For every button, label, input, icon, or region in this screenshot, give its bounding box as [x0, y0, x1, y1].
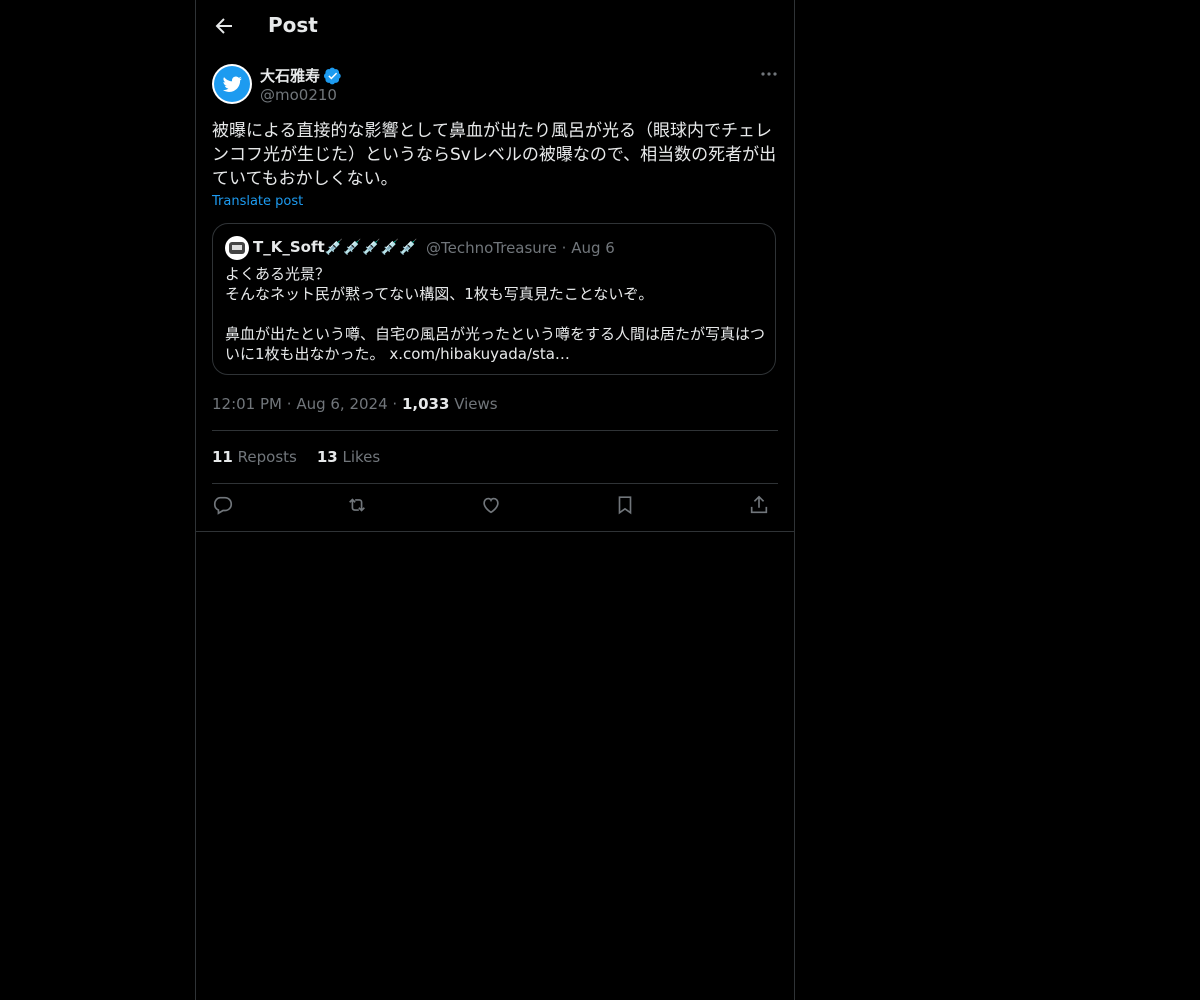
likes-stat[interactable]: 13 Likes: [317, 448, 380, 466]
views-label: Views: [454, 395, 498, 413]
quoted-meta: @TechnoTreasure · Aug 6: [426, 239, 615, 257]
quoted-post[interactable]: T_K_Soft💉💉💉💉💉 @TechnoTreasure · Aug 6 よく…: [212, 223, 776, 375]
quoted-separator: ·: [561, 239, 572, 257]
likes-count: 13: [316, 448, 338, 466]
post-timestamp: 12:01 PM · Aug 6, 2024 · 1,033 Views: [212, 395, 498, 413]
arrow-left-icon[interactable]: [212, 14, 236, 38]
quoted-link[interactable]: x.com/hibakuyada/sta…: [389, 345, 570, 363]
post-date[interactable]: Aug 6, 2024: [296, 395, 387, 413]
action-bar: [212, 494, 778, 520]
quoted-avatar: [225, 236, 249, 260]
twitter-bird-icon: [214, 66, 250, 102]
divider: [212, 483, 778, 484]
quoted-avatar-icon: [229, 242, 245, 254]
reposts-count: 11: [212, 448, 233, 466]
bookmark-icon[interactable]: [614, 494, 640, 520]
reposts-label: Reposts: [237, 448, 297, 466]
avatar[interactable]: [212, 64, 252, 104]
post-time[interactable]: 12:01 PM: [212, 395, 282, 413]
divider: [196, 531, 794, 532]
likes-label: Likes: [342, 448, 381, 466]
views-count: 1,033: [401, 395, 450, 413]
post-text: 被曝による直接的な影響として鼻血が出たり風呂が光る（眼球内でチェレンコフ光が生じ…: [212, 121, 777, 189]
post-column: Post 大石雅寿 @mo0210 被曝による直接的な影響として鼻血が出たり風呂…: [195, 0, 795, 1000]
page-title: Post: [268, 13, 318, 37]
timestamp-separator: ·: [286, 395, 297, 413]
quoted-author-name: T_K_Soft💉💉💉💉💉: [253, 238, 419, 256]
quoted-author-handle: @TechnoTreasure: [426, 239, 557, 257]
reply-icon[interactable]: [212, 494, 238, 520]
author-name[interactable]: 大石雅寿: [260, 65, 342, 86]
more-options-icon[interactable]: [759, 64, 779, 84]
repost-icon[interactable]: [346, 494, 372, 520]
page-header: Post: [196, 0, 794, 53]
translate-post-link[interactable]: Translate post: [212, 194, 303, 209]
author-name-text: 大石雅寿: [260, 67, 321, 85]
quoted-date: Aug 6: [571, 239, 615, 257]
author-handle[interactable]: @mo0210: [260, 86, 337, 104]
engagement-stats: 11 Reposts 13 Likes: [212, 448, 380, 466]
timestamp-separator: ·: [392, 395, 402, 413]
divider: [212, 430, 778, 431]
like-icon[interactable]: [480, 494, 506, 520]
quoted-text: よくある光景？ そんなネット民が黙ってない構図、1枚も写真見たことないぞ。 鼻血…: [225, 264, 765, 364]
reposts-stat[interactable]: 11 Reposts: [212, 448, 297, 466]
share-icon[interactable]: [748, 494, 774, 520]
verified-badge-icon: [324, 67, 341, 84]
